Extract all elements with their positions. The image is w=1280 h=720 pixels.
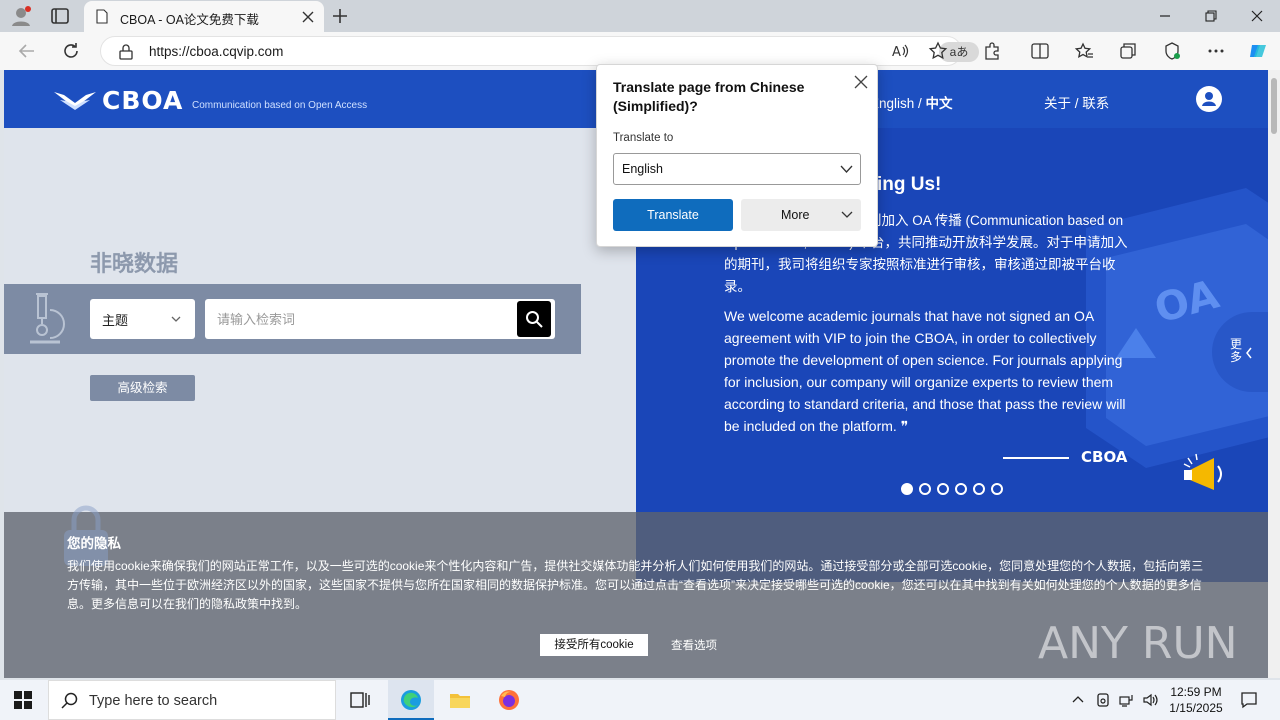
scrollbar-thumb[interactable] [1271, 78, 1277, 134]
signature-line [1003, 457, 1069, 459]
anyrun-watermark: ANY RUN [1038, 618, 1238, 669]
logo-tagline: Communication based on Open Access [192, 100, 368, 111]
carousel-dot[interactable] [901, 483, 913, 495]
browser-essentials-icon[interactable] [1162, 41, 1182, 61]
page-icon [96, 9, 108, 24]
edge-icon [401, 690, 421, 710]
target-language-select[interactable]: English [613, 153, 861, 185]
favorite-star-icon[interactable] [928, 41, 948, 61]
page-scrollbar[interactable] [1268, 70, 1280, 678]
tab-actions-icon[interactable] [50, 7, 70, 25]
browser-tab-strip: CBOA - OA论文免费下载 [0, 0, 1280, 32]
more-button-label: More [781, 208, 810, 222]
more-menu-icon[interactable] [1206, 41, 1226, 61]
wings-logo-icon [54, 92, 96, 110]
accept-all-cookies-button[interactable]: 接受所有cookie [540, 634, 648, 656]
brand-title: 非晓数据 [90, 251, 179, 276]
cookie-consent-banner: 您的隐私 我们使用cookie来确保我们的网站正常工作，以及一些可选的cooki… [4, 505, 1268, 678]
windows-taskbar: Type here to search 12:59 PM 1/15/2025 [0, 680, 1280, 720]
split-screen-icon[interactable] [1030, 41, 1050, 61]
svg-text:A: A [892, 45, 901, 60]
minimize-icon[interactable] [1158, 9, 1172, 23]
carousel-dot[interactable] [919, 483, 931, 495]
lock-icon[interactable] [119, 44, 133, 60]
lang-chinese-link[interactable]: 中文 [926, 96, 953, 111]
address-bar[interactable]: https://cboa.cqvip.com aあ [100, 36, 979, 66]
chevron-down-icon [840, 165, 853, 173]
chevron-down-icon [171, 316, 181, 322]
carousel-dot[interactable] [973, 483, 985, 495]
user-icon [1202, 92, 1216, 106]
megaphone-icon [1183, 453, 1222, 490]
chevron-left-icon [1246, 347, 1252, 359]
more-options-button[interactable]: More [741, 199, 861, 231]
collections-icon[interactable] [1118, 41, 1138, 61]
taskbar-clock[interactable]: 12:59 PM 1/15/2025 [1164, 684, 1228, 716]
taskbar-search-box[interactable]: Type here to search [48, 680, 336, 720]
carousel-dot[interactable] [955, 483, 967, 495]
tab-title: CBOA - OA论文免费下载 [120, 13, 259, 27]
firefox-icon[interactable] [497, 688, 521, 712]
about-contact-link[interactable]: 关于 / 联系 [1044, 92, 1109, 112]
network-icon[interactable] [1118, 692, 1134, 708]
carousel-heading: ing Us! [877, 174, 942, 195]
active-tab[interactable]: CBOA - OA论文免费下载 [84, 1, 324, 32]
profile-icon[interactable] [10, 5, 32, 27]
translate-button[interactable]: Translate [613, 199, 733, 231]
search-type-select[interactable]: 主题 [90, 299, 195, 339]
close-tab-icon[interactable] [302, 11, 314, 23]
search-icon [61, 692, 78, 709]
target-language-value: English [622, 162, 663, 176]
lang-separator: / [914, 96, 926, 111]
search-button[interactable] [517, 301, 551, 337]
cookie-banner-heading: 您的隐私 [67, 536, 121, 551]
more-tab-label: 更多 [1230, 337, 1243, 364]
volume-icon[interactable] [1142, 692, 1158, 708]
close-icon[interactable] [854, 75, 868, 89]
back-icon[interactable] [18, 42, 36, 60]
copilot-icon[interactable] [1248, 41, 1268, 61]
new-tab-icon[interactable] [332, 8, 348, 24]
chevron-down-icon [841, 211, 853, 218]
edge-taskbar-button[interactable] [388, 680, 434, 720]
read-aloud-icon[interactable]: A [890, 41, 910, 61]
device-icon[interactable] [1095, 692, 1111, 708]
url-text[interactable]: https://cboa.cqvip.com [149, 44, 283, 59]
chevron-up-icon[interactable] [1070, 692, 1086, 708]
file-explorer-icon[interactable] [448, 688, 472, 712]
windows-start-icon[interactable] [14, 691, 32, 709]
close-window-icon[interactable] [1250, 9, 1264, 23]
translate-to-label: Translate to [613, 132, 674, 144]
restore-icon[interactable] [1204, 9, 1218, 23]
advanced-search-button[interactable]: 高级检索 [90, 375, 195, 401]
translate-popup-title: Translate page from Chinese (Simplified)… [613, 79, 805, 114]
search-icon [526, 311, 543, 328]
language-switch: English / 中文 [870, 92, 953, 112]
notifications-icon[interactable] [1240, 691, 1258, 709]
carousel-dot[interactable] [937, 483, 949, 495]
cookie-banner-text: 我们使用cookie来确保我们的网站正常工作，以及一些可选的cookie来个性化… [67, 559, 1204, 611]
clock-date: 1/15/2025 [1169, 701, 1223, 715]
carousel-dot[interactable] [991, 483, 1003, 495]
task-view-icon[interactable] [348, 688, 372, 712]
carousel-signature: CBOA [1081, 448, 1128, 466]
watermark-text: ANY RUN [1038, 618, 1238, 669]
translate-popup: Translate page from Chinese (Simplified)… [596, 64, 878, 247]
logo-text: CBOA [102, 86, 184, 115]
user-avatar[interactable] [1196, 86, 1222, 112]
view-cookie-options-link[interactable]: 查看选项 [671, 637, 717, 653]
search-band: 主题 [4, 284, 581, 354]
taskbar-search-placeholder: Type here to search [89, 693, 218, 709]
carousel-dots [901, 483, 1009, 497]
refresh-icon[interactable] [62, 42, 80, 60]
clock-time: 12:59 PM [1170, 685, 1222, 699]
carousel-text-english: We welcome academic journals that have n… [724, 308, 1126, 434]
search-input[interactable] [205, 299, 555, 339]
favorites-icon[interactable] [1074, 41, 1094, 61]
extensions-icon[interactable] [982, 41, 1002, 61]
search-type-label: 主题 [102, 313, 129, 328]
microscope-icon [30, 293, 65, 344]
